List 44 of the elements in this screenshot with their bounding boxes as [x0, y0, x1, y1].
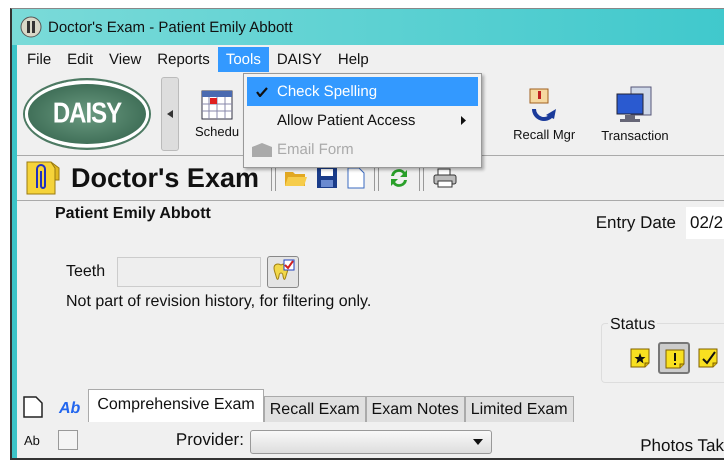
form-title: Doctor's Exam: [71, 162, 259, 194]
submenu-arrow-icon: [461, 116, 466, 125]
menu-item[interactable]: Help: [330, 46, 377, 72]
menu-item[interactable]: View: [101, 46, 150, 72]
provider-label: Provider:: [176, 430, 244, 450]
checkbox[interactable]: [58, 430, 78, 450]
window-title: Doctor's Exam - Patient Emily Abbott: [48, 18, 293, 36]
menu-item[interactable]: Reports: [149, 46, 218, 72]
tooth-chart-button[interactable]: [267, 256, 300, 288]
format-button[interactable]: Ab: [59, 400, 80, 418]
dropdown-caret-icon: [472, 439, 483, 445]
save-icon[interactable]: [316, 167, 338, 189]
page-icon[interactable]: [23, 394, 45, 418]
tab[interactable]: Exam Notes: [366, 396, 465, 422]
menu-item[interactable]: File: [19, 46, 60, 72]
alert-note-icon: [664, 348, 686, 370]
calendar-icon: [201, 90, 234, 120]
tab[interactable]: Comprehensive Exam: [88, 389, 264, 422]
toolbar-button[interactable]: Transaction: [601, 86, 669, 142]
provider-dropdown[interactable]: [250, 430, 492, 454]
printer-icon[interactable]: [432, 167, 458, 189]
toolbar-button[interactable]: Recall Mgr: [513, 86, 576, 142]
tab[interactable]: Limited Exam: [464, 396, 574, 422]
star-note-icon: [629, 347, 651, 369]
menu-item[interactable]: DAISY: [268, 46, 330, 72]
teeth-field[interactable]: [117, 257, 262, 287]
daisy-logo: DAISY: [25, 80, 149, 148]
note-text: Not part of revision history, for filtering only.: [66, 293, 372, 311]
toolbar-button[interactable]: Schedu: [195, 90, 240, 138]
entry-date-label: Entry Date: [596, 213, 676, 233]
document-icon[interactable]: [346, 167, 366, 189]
menu-option[interactable]: Allow Patient Access: [247, 106, 478, 135]
left-arrow-icon: [167, 110, 173, 118]
plain-text-label: Ab: [24, 432, 40, 448]
patient-name: Patient Emily Abbott: [55, 205, 211, 223]
menu-item[interactable]: Edit: [59, 46, 102, 72]
app-icon: [20, 16, 42, 38]
tab[interactable]: Recall Exam: [264, 396, 366, 422]
check-note-icon: [697, 347, 719, 369]
checkmark-icon: [256, 86, 268, 96]
menu-option: Email Form: [247, 135, 478, 164]
photos-label: Photos Tak: [640, 436, 724, 456]
entry-date-field[interactable]: 02/2: [686, 207, 724, 239]
teeth-label: Teeth: [66, 263, 106, 281]
